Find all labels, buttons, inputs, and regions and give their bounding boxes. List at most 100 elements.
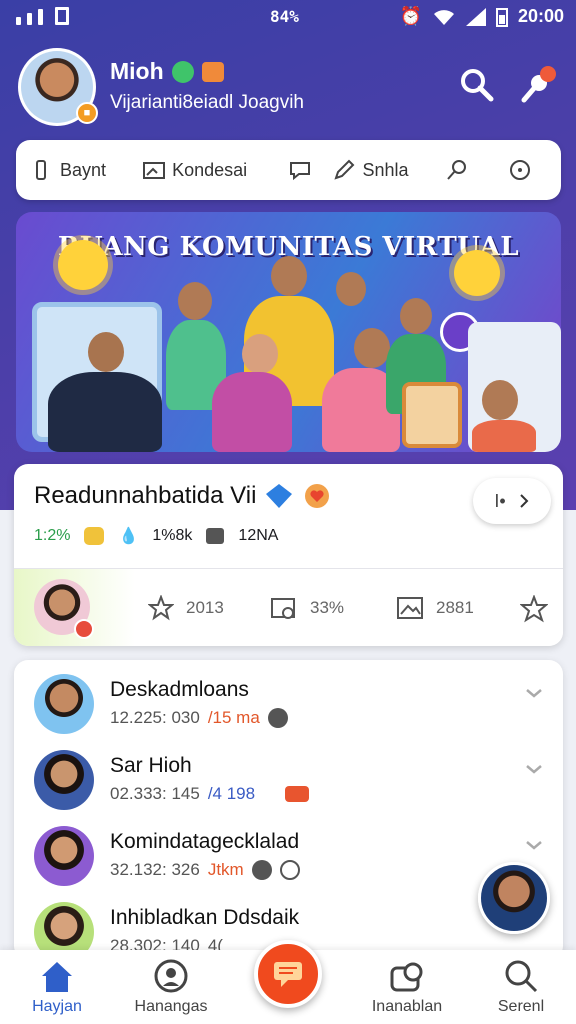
alarm-icon: ⏰: [399, 6, 422, 26]
nav-item-inanablan[interactable]: Inanablan: [352, 958, 462, 1016]
verified-badge-icon: [266, 484, 293, 508]
drop-icon: 💧: [118, 528, 139, 545]
face-icon: [267, 708, 288, 728]
action-value: 33%: [310, 598, 345, 617]
list-item-name: Komindatagecklalad: [110, 830, 300, 853]
chat-badge-icon: [171, 60, 194, 83]
wifi-icon: [433, 9, 454, 25]
person-illustration: [48, 372, 162, 452]
circle-info-icon: [510, 160, 531, 180]
stat-count: 1%8k: [152, 527, 193, 544]
face-icon: [154, 959, 188, 993]
floating-avatar-button[interactable]: [478, 862, 550, 934]
smiley-sun-icon: [58, 240, 108, 290]
status-bar: 84% ⏰ 20:00: [0, 0, 576, 34]
phone-icon: [36, 160, 46, 180]
pill-label: I•: [494, 490, 506, 511]
toolbar-label: Baynt: [60, 159, 107, 180]
profile-name: Mioh: [110, 58, 164, 84]
list-item[interactable]: Komindatagecklalad 32.132: 326 Jtkm: [14, 814, 563, 888]
nav-label: Serenl: [497, 998, 545, 1015]
list-item-name: Sar Hioh: [110, 754, 192, 777]
list-item-name: Inhibladkan Ddsdaik: [110, 906, 300, 929]
chevron-down-icon[interactable]: [525, 760, 543, 778]
avatar-status-icon: [74, 619, 94, 639]
person-illustration: [212, 372, 292, 452]
nav-item-search[interactable]: Serenl: [466, 958, 576, 1016]
person-illustration: [400, 298, 432, 334]
action-star[interactable]: 2013: [148, 595, 224, 621]
action-picture[interactable]: 2881: [396, 595, 474, 621]
profile-header: ■ Mioh Vijarianti8eiadl Joagvih: [18, 48, 558, 128]
search-icon: [505, 960, 538, 993]
avatar: [34, 750, 94, 810]
battery-icon: [495, 7, 508, 27]
community-banner[interactable]: RUANG KOMUNITAS VIRTUAL: [16, 212, 561, 452]
status-time: 20:00: [517, 6, 564, 26]
camera-icon: [390, 962, 423, 992]
person-illustration: [88, 332, 124, 372]
message-icon: [274, 962, 302, 987]
nav-item-hanangas[interactable]: Hanangas: [116, 958, 226, 1016]
chat-bubble-icon: [289, 162, 310, 181]
status-center-text: 84%: [270, 7, 299, 26]
pencil-icon: [334, 159, 355, 180]
search-icon[interactable]: [458, 66, 496, 104]
toolbar-item-baynt[interactable]: Baynt: [30, 158, 136, 182]
community-list: Deskadmloans 12.225: 030 /15 ma Sar Hioh…: [14, 660, 563, 960]
chevron-down-icon[interactable]: [525, 684, 543, 702]
car-icon: [285, 786, 310, 802]
phone-illustration: [402, 382, 462, 448]
toolbar-item-search[interactable]: [445, 158, 503, 182]
list-item-meta: 02.333: 145: [110, 784, 200, 803]
toolbar-label: Snhla: [362, 159, 409, 180]
face-icon: [251, 860, 272, 880]
globe-icon: [279, 860, 300, 880]
feature-card[interactable]: Readunnahbatida Vii 1:2% 💧 1%8k 12NA I• …: [14, 464, 563, 646]
toolbar-item-kondesai[interactable]: Kondesai: [142, 158, 282, 182]
home-icon: [42, 962, 72, 992]
heart-badge-icon: [305, 484, 330, 508]
avatar: [34, 674, 94, 734]
expand-pill-button[interactable]: I•: [473, 478, 551, 524]
feature-card-footer: 2013 33% 2881: [14, 568, 563, 646]
nav-label: Inanablan: [371, 998, 443, 1015]
stat-label: 12NA: [238, 527, 279, 544]
chevron-down-icon[interactable]: [525, 836, 543, 854]
compose-fab-button[interactable]: [254, 940, 322, 1008]
person-illustration: [178, 282, 212, 320]
chevron-right-icon: [519, 494, 529, 508]
smiley-sun-icon: [454, 250, 500, 296]
emoji-icon: [84, 527, 105, 545]
action-folder[interactable]: 33%: [270, 595, 344, 621]
person-illustration: [482, 380, 518, 420]
action-favorite[interactable]: [520, 595, 548, 623]
star-icon: [148, 595, 174, 621]
nav-label: Hayjan: [32, 998, 82, 1015]
nav-label: Hanangas: [134, 998, 208, 1015]
avatar: [34, 826, 94, 886]
toolbar-label: Kondesai: [172, 159, 248, 180]
person-illustration: [336, 272, 366, 306]
notification-pin-icon[interactable]: [518, 66, 556, 104]
list-item-highlight: Jtkm: [207, 860, 244, 879]
toolbar-item-info[interactable]: [508, 158, 547, 182]
list-item[interactable]: Sar Hioh 02.333: 145 /4 198: [14, 738, 563, 812]
action-value: 2013: [186, 598, 224, 617]
gift-badge-icon: [201, 61, 224, 82]
person-illustration: [354, 328, 390, 368]
list-item-meta: 12.225: 030: [110, 708, 200, 727]
toolbar-item-snhla[interactable]: Snhla: [332, 158, 438, 182]
star-check-icon: [520, 595, 548, 623]
person-illustration: [271, 256, 307, 296]
list-item-name: Deskadmloans: [110, 678, 249, 701]
cell-signal-icon: [465, 7, 486, 26]
stat-percent: 1:2%: [34, 527, 71, 544]
person-illustration: [242, 334, 278, 374]
toolbar-item-chat[interactable]: [288, 158, 327, 182]
image-icon: [143, 162, 166, 179]
list-item-highlight: /4 198: [207, 784, 256, 803]
nav-item-home[interactable]: Hayjan: [2, 958, 112, 1016]
list-item[interactable]: Deskadmloans 12.225: 030 /15 ma: [14, 662, 563, 736]
search-small-icon: [446, 160, 466, 180]
